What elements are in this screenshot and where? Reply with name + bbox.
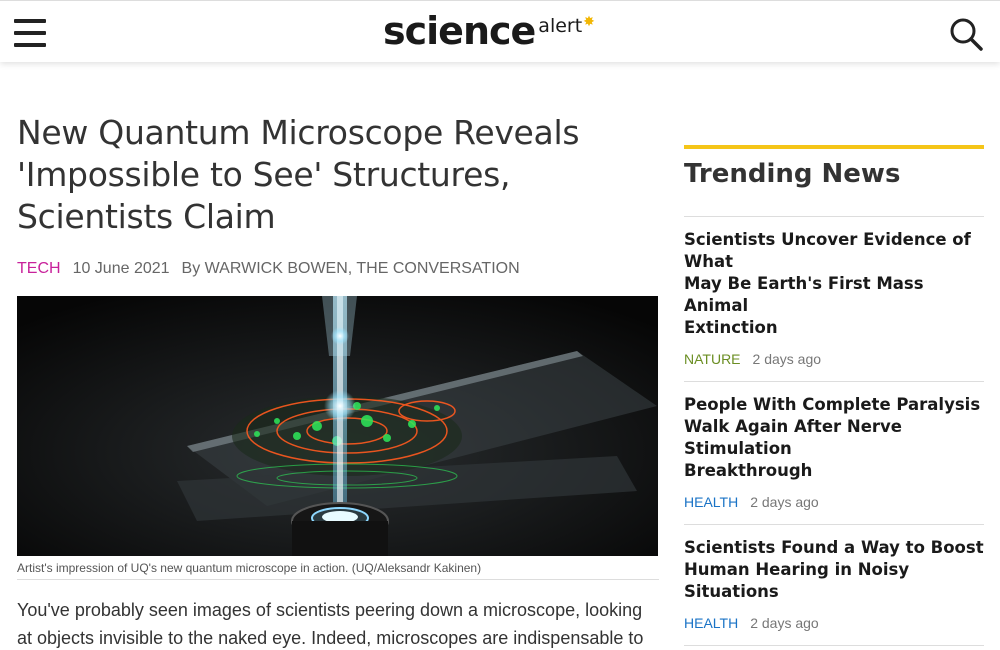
trending-item-category-link[interactable]: HEALTH [684,494,738,510]
image-caption: Artist's impression of UQ's new quantum … [17,561,659,580]
body-line: at objects invisible to the naked eye. I… [17,628,644,648]
title-line: Breakthrough [684,461,813,480]
logo-star-icon: ✸ [583,13,595,29]
trending-item-category-link[interactable]: NATURE [684,351,741,367]
top-navigation-bar: science alert ✸ [0,0,1000,62]
trending-item-meta: HEALTH 2 days ago [684,494,984,510]
headline-line: New Quantum Microscope Reveals [17,113,580,152]
trending-item-time: 2 days ago [750,615,819,631]
trending-item[interactable]: Scientists Uncover Evidence of What May … [684,217,984,382]
title-line: Walk Again After Nerve Stimulation [684,417,902,458]
trending-item[interactable]: People With Complete Paralysis Walk Agai… [684,382,984,525]
trending-item-time: 2 days ago [750,494,819,510]
title-line: People With Complete Paralysis [684,395,981,414]
trending-item-title[interactable]: Scientists Uncover Evidence of What May … [684,229,984,339]
trending-news-sidebar: Trending News Scientists Uncover Evidenc… [684,145,984,646]
title-line: Extinction [684,318,778,337]
article-meta: TECH 10 June 2021 By WARWICK BOWEN, THE … [17,260,659,278]
title-line: Scientists Uncover Evidence of What [684,230,971,271]
title-line: Human Hearing in Noisy Situations [684,560,910,601]
sciencealert-logo[interactable]: science alert ✸ [383,9,595,53]
trending-item[interactable]: Scientists Found a Way to Boost Human He… [684,525,984,646]
article-category-link[interactable]: TECH [17,260,61,278]
article: New Quantum Microscope Reveals 'Impossib… [17,112,659,650]
trending-item-meta: NATURE 2 days ago [684,351,984,367]
article-body: You've probably seen images of scientist… [17,596,647,650]
trending-item-category-link[interactable]: HEALTH [684,615,738,631]
article-date: 10 June 2021 [72,260,170,277]
headline-line: Scientists Claim [17,197,276,236]
hamburger-menu-icon[interactable] [14,19,47,47]
body-line: You've probably seen images of scientist… [17,600,643,620]
hero-image [17,296,658,556]
headline-line: 'Impossible to See' Structures, [17,155,511,194]
trending-item-title[interactable]: Scientists Found a Way to Boost Human He… [684,537,984,603]
logo-alert-text: alert [538,15,583,37]
article-headline: New Quantum Microscope Reveals 'Impossib… [17,112,659,238]
article-byline: By WARWICK BOWEN, THE CONVERSATION [181,260,520,277]
title-line: Scientists Found a Way to Boost [684,538,984,557]
search-icon[interactable] [948,16,984,52]
title-line: May Be Earth's First Mass Animal [684,274,924,315]
trending-item-time: 2 days ago [752,351,822,367]
sidebar-accent-rule [684,145,984,149]
sidebar-title: Trending News [684,159,984,217]
trending-item-title[interactable]: People With Complete Paralysis Walk Agai… [684,394,984,482]
trending-item-meta: HEALTH 2 days ago [684,615,984,631]
logo-wordmark: science [383,9,536,53]
